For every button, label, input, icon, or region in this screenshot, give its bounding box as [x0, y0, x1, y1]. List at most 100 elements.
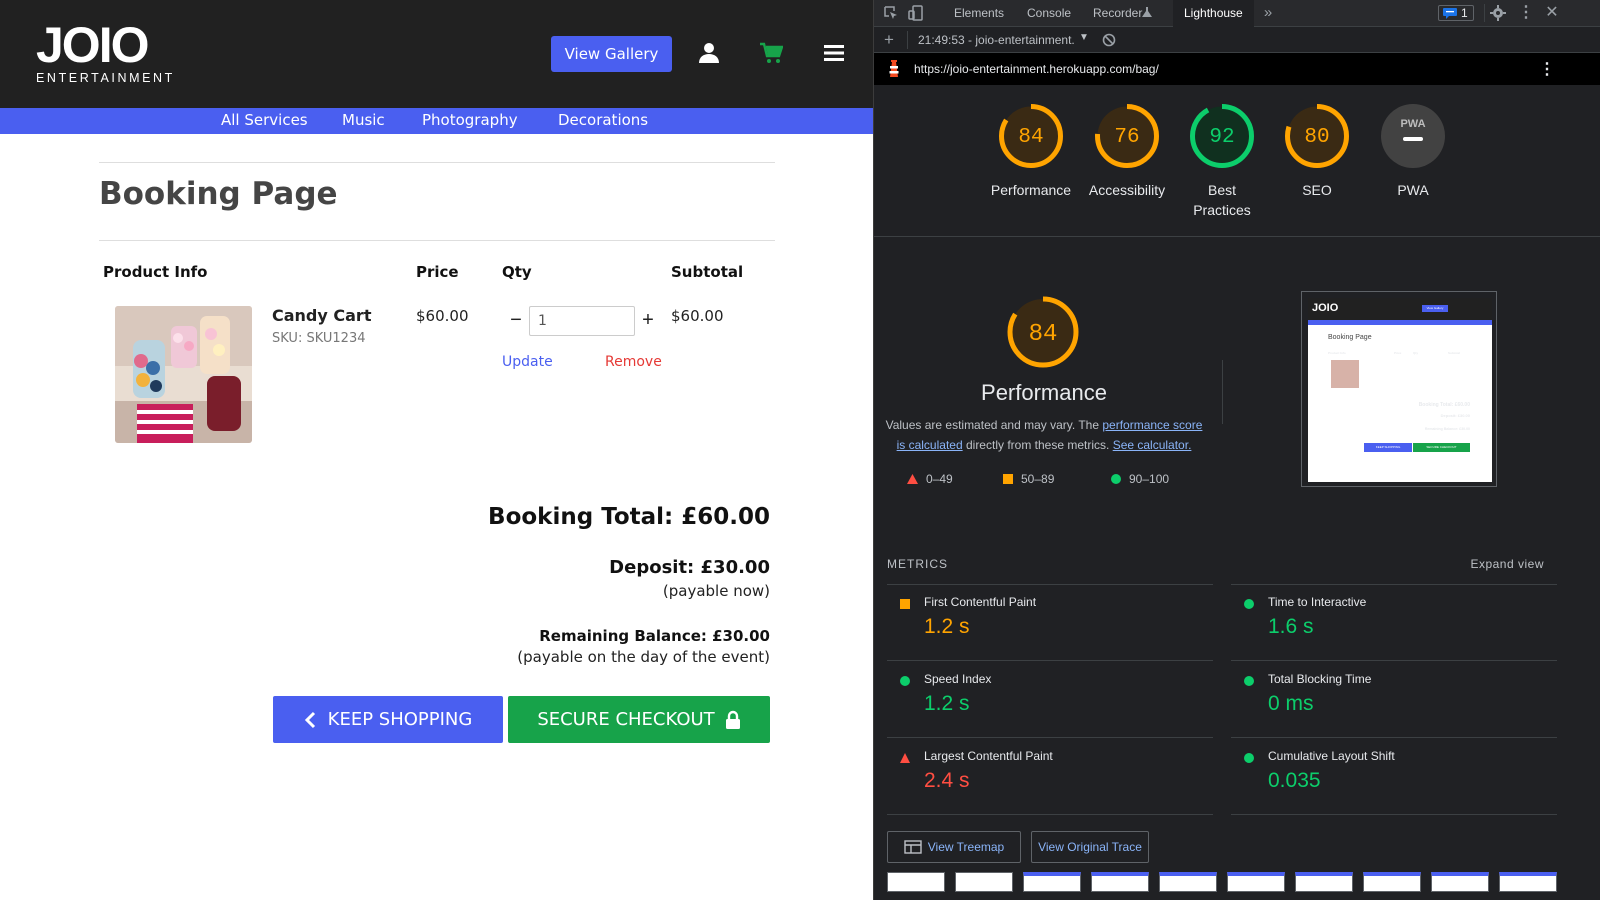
dropdown-arrow-icon[interactable]: ▼	[1079, 32, 1089, 43]
screenshot-col-header: Product Info	[1328, 351, 1346, 355]
metric-name: Speed Index	[924, 672, 992, 686]
deposit-note: (payable now)	[662, 582, 770, 600]
screenshot-gallery-button: View Gallery	[1422, 305, 1448, 312]
see-calculator-link[interactable]: See calculator.	[1113, 438, 1192, 452]
qty-increment-button[interactable]: +	[637, 306, 659, 334]
divider	[1484, 4, 1485, 22]
clear-block-icon[interactable]	[1102, 33, 1116, 47]
metric-name: Total Blocking Time	[1268, 672, 1372, 686]
category-nav: All Services Music Photography Decoratio…	[0, 108, 873, 134]
remove-link[interactable]: Remove	[605, 354, 662, 370]
keep-shopping-button[interactable]: KEEP SHOPPING	[273, 696, 503, 743]
view-gallery-button[interactable]: View Gallery	[551, 36, 672, 72]
update-link[interactable]: Update	[502, 354, 553, 370]
filmstrip-frame	[1431, 872, 1489, 892]
product-price: $60.00	[416, 307, 469, 325]
gauge-label: Accessibility	[1088, 182, 1166, 198]
final-screenshot[interactable]: JOIO View Gallery Booking Page Product I…	[1301, 291, 1497, 487]
settings-gear-icon[interactable]	[1490, 5, 1506, 21]
orange-square-icon	[900, 599, 910, 609]
tab-console[interactable]: Console	[1027, 0, 1071, 27]
page-title: Booking Page	[99, 176, 338, 212]
lighthouse-toolbar: + 21:49:53 - joio-entertainment. ▼	[874, 27, 1600, 53]
filmstrip-frame	[955, 872, 1013, 892]
screenshot-checkout-button: SECURE CHECKOUT	[1413, 443, 1470, 452]
screenshot-col-header: Subtotal	[1448, 351, 1460, 355]
gauge-label: Performance	[990, 182, 1072, 198]
metric-value: 1.6 s	[1268, 615, 1314, 638]
tab-elements[interactable]: Elements	[954, 0, 1004, 27]
legend-label: 90–100	[1129, 472, 1170, 486]
screenshot-page: JOIO View Gallery Booking Page Product I…	[1308, 298, 1492, 482]
lighthouse-logo-icon	[889, 60, 899, 77]
metrics-heading: METRICS	[887, 557, 948, 571]
legend-pass: 90–100	[1111, 472, 1169, 486]
filmstrip-frame	[1227, 872, 1285, 892]
gauge-score: 92	[1209, 126, 1234, 149]
green-circle-icon	[1244, 599, 1254, 609]
remaining-note: (payable on the day of the event)	[517, 648, 770, 666]
gauge-seo[interactable]: 80 SEO	[1262, 103, 1372, 200]
green-circle-icon	[1244, 753, 1254, 763]
more-tabs-icon[interactable]: »	[1260, 5, 1276, 21]
gauge-accessibility[interactable]: 76 Accessibility	[1072, 103, 1182, 200]
gauge-performance[interactable]: 84 Performance	[976, 103, 1086, 200]
gauge-label: Best Practices	[1193, 182, 1251, 218]
nav-all-services[interactable]: All Services	[221, 110, 308, 130]
flask-icon	[1142, 7, 1152, 17]
gauge-pwa[interactable]: PWA PWA	[1358, 103, 1468, 200]
deposit-amount: Deposit: £30.00	[609, 557, 770, 578]
nav-decorations[interactable]: Decorations	[558, 110, 648, 130]
website-viewport: JOIO ENTERTAINMENT View Gallery All Serv…	[0, 0, 873, 900]
secure-checkout-button[interactable]: SECURE CHECKOUT	[508, 696, 770, 743]
nav-music[interactable]: Music	[342, 110, 385, 130]
perf-title: Performance	[981, 380, 1107, 405]
metric-name: First Contentful Paint	[924, 595, 1037, 609]
inspect-element-icon[interactable]	[883, 5, 899, 21]
qty-input[interactable]	[529, 306, 635, 336]
screenshot-col-header: Qty	[1413, 351, 1419, 355]
site-logo[interactable]: JOIO ENTERTAINMENT	[36, 20, 175, 85]
tab-recorder[interactable]: Recorder	[1093, 0, 1142, 27]
close-devtools-icon[interactable]: ✕	[1544, 5, 1560, 21]
issues-counter[interactable]: 1	[1438, 5, 1474, 21]
kebab-menu-icon[interactable]: ⋮	[1518, 5, 1534, 21]
lock-icon	[725, 710, 740, 729]
keep-shopping-label: KEEP SHOPPING	[327, 709, 473, 730]
gauge-label: SEO	[1302, 182, 1332, 198]
chevron-left-icon	[304, 711, 315, 728]
col-header-product-info: Product Info	[103, 263, 208, 281]
user-icon[interactable]	[697, 41, 721, 65]
qty-decrement-button[interactable]: −	[505, 306, 527, 334]
orange-square-icon	[1003, 474, 1013, 484]
product-image[interactable]	[115, 306, 252, 443]
report-url-bar: https://joio-entertainment.herokuapp.com…	[874, 53, 1600, 85]
hamburger-menu-icon[interactable]	[822, 41, 846, 65]
product-name[interactable]: Candy Cart	[272, 306, 371, 325]
red-triangle-icon	[907, 474, 918, 484]
secure-checkout-label: SECURE CHECKOUT	[537, 709, 715, 730]
gauge-best-practices[interactable]: 92 Best Practices	[1167, 103, 1277, 220]
metric-value: 0 ms	[1268, 692, 1314, 715]
view-treemap-button[interactable]: View Treemap	[887, 831, 1021, 863]
cart-icon[interactable]	[759, 41, 783, 65]
report-select[interactable]: 21:49:53 - joio-entertainment.	[918, 33, 1075, 47]
expand-view-toggle[interactable]: Expand view	[1470, 557, 1544, 571]
view-trace-button[interactable]: View Original Trace	[1031, 831, 1149, 863]
screenshot-keep-button: KEEP SHOPPING	[1364, 443, 1412, 452]
tab-lighthouse[interactable]: Lighthouse	[1173, 0, 1254, 27]
view-treemap-label: View Treemap	[927, 840, 1005, 854]
report-menu-icon[interactable]: ⋮	[1539, 59, 1555, 79]
treemap-icon	[904, 840, 922, 854]
col-header-price: Price	[416, 263, 459, 281]
nav-photography[interactable]: Photography	[422, 110, 518, 130]
report-url[interactable]: https://joio-entertainment.herokuapp.com…	[914, 62, 1159, 76]
device-toolbar-icon[interactable]	[908, 5, 924, 21]
filmstrip-frame	[1363, 872, 1421, 892]
new-report-icon[interactable]: +	[884, 30, 894, 50]
screenshot-nav	[1308, 320, 1492, 325]
remaining-balance: Remaining Balance: £30.00	[539, 627, 770, 645]
gauge-label: PWA	[1397, 182, 1429, 198]
divider	[907, 31, 908, 49]
filmstrip-frame	[1091, 872, 1149, 892]
